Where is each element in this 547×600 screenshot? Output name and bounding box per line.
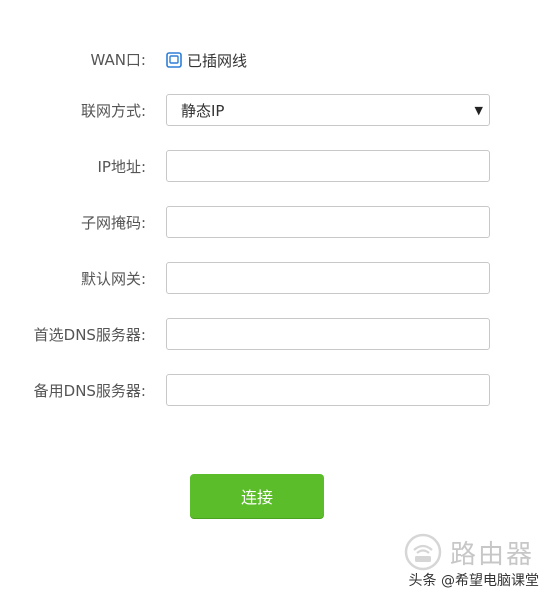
watermark-logo-text: 路由器 [450, 539, 535, 570]
subnet-mask-label: 子网掩码: [80, 214, 146, 232]
default-gateway-label: 默认网关: [80, 270, 146, 288]
dropdown-arrow-icon: ▼ [474, 103, 483, 117]
ip-address-label: IP地址: [97, 158, 146, 176]
default-gateway-input[interactable] [166, 262, 490, 294]
secondary-dns-label: 备用DNS服务器: [33, 382, 146, 400]
watermark-logo: 路由器 [404, 533, 534, 571]
ethernet-port-icon [166, 52, 182, 68]
watermark-credit: 头条 @希望电脑课堂 [408, 573, 539, 589]
secondary-dns-row: 备用DNS服务器: [0, 374, 547, 408]
primary-dns-row: 首选DNS服务器: [0, 318, 547, 352]
ip-address-row: IP地址: [0, 150, 547, 184]
secondary-dns-input[interactable] [166, 374, 490, 406]
primary-dns-label: 首选DNS服务器: [33, 326, 146, 344]
default-gateway-row: 默认网关: [0, 262, 547, 296]
connection-mode-selected: 静态IP [181, 101, 225, 120]
wan-label: WAN口: [90, 51, 146, 69]
wan-status: 已插网线 [166, 43, 247, 77]
wan-row: WAN口: 已插网线 [0, 43, 547, 77]
subnet-mask-row: 子网掩码: [0, 206, 547, 240]
router-logo-icon [404, 533, 442, 571]
subnet-mask-input[interactable] [166, 206, 490, 238]
ip-address-input[interactable] [166, 150, 490, 182]
connection-mode-label: 联网方式: [80, 102, 146, 120]
wan-status-text: 已插网线 [187, 51, 248, 70]
connection-mode-select[interactable]: 静态IP ▼ [166, 94, 490, 126]
connection-mode-row: 联网方式: 静态IP ▼ [0, 94, 547, 128]
connect-button[interactable]: 连接 [190, 474, 324, 518]
primary-dns-input[interactable] [166, 318, 490, 350]
